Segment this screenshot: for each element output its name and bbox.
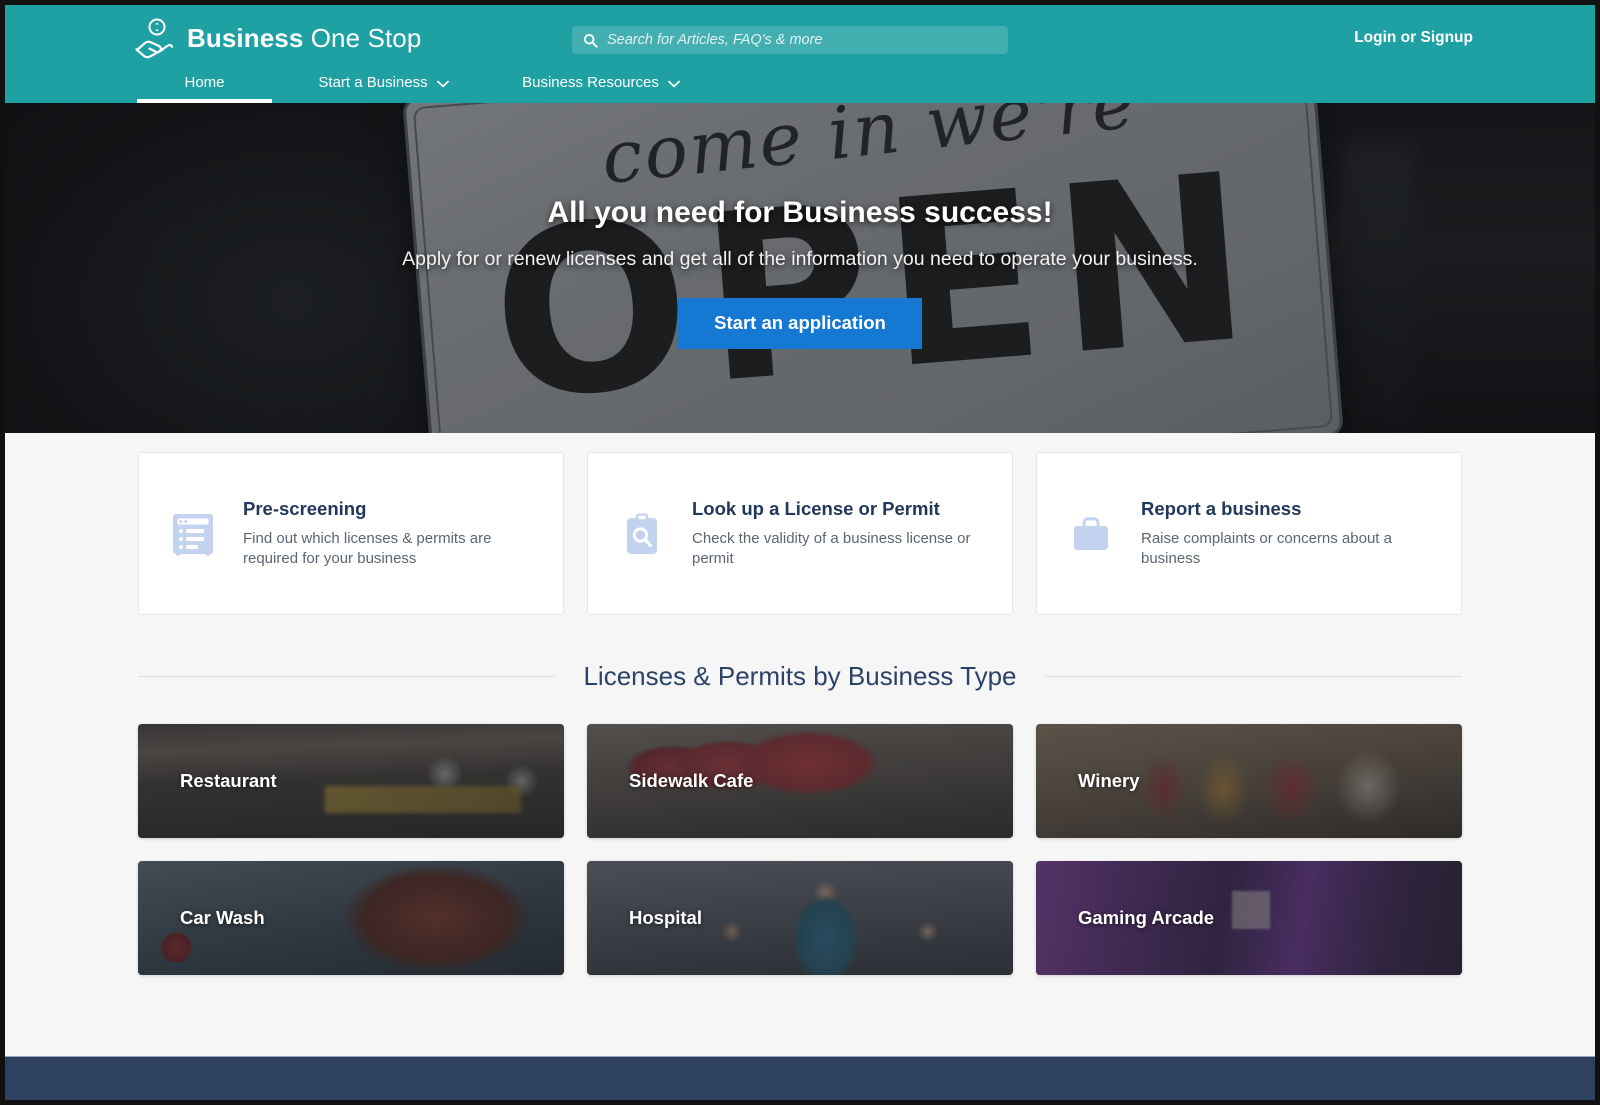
service-card-pre-screening-texts: Pre-screening Find out which licenses & … [243, 498, 541, 569]
tile-label: Gaming Arcade [1078, 907, 1215, 928]
business-type-tile-car-wash[interactable]: Car Wash [138, 861, 564, 975]
tile-label: Car Wash [180, 907, 265, 928]
clipboard-search-icon [627, 513, 657, 554]
brand-title-bold: Business [187, 22, 304, 53]
section-title: Licenses & Permits by Business Type [583, 661, 1017, 691]
footer-spacer [5, 975, 1595, 1027]
service-card-report-a-business-texts: Report a business Raise complaints or co… [1141, 498, 1439, 569]
login-or-signup-link[interactable]: Login or Signup [1354, 29, 1473, 47]
nav-item-start-a-business[interactable]: Start a Business [272, 67, 489, 103]
service-card-title: Look up a License or Permit [692, 498, 940, 519]
business-type-section-heading: Licenses & Permits by Business Type [138, 661, 1462, 692]
start-an-application-button[interactable]: Start an application [678, 298, 922, 349]
search-bar[interactable] [572, 26, 1008, 54]
business-type-tiles: Restaurant Sidewalk Cafe Winery Car Wash… [138, 724, 1462, 975]
site-header: Business One Stop Login or Signup Home S… [5, 5, 1595, 103]
brand-logo[interactable]: Business One Stop [133, 16, 421, 60]
business-type-tile-winery[interactable]: Winery [1036, 724, 1462, 838]
site-footer [5, 1056, 1595, 1100]
service-card-description: Check the validity of a business license… [692, 530, 971, 567]
business-type-tile-hospital[interactable]: Hospital [587, 861, 1013, 975]
business-type-tile-sidewalk-cafe[interactable]: Sidewalk Cafe [587, 724, 1013, 838]
hero-subtitle: Apply for or renew licenses and get all … [402, 248, 1198, 270]
service-card-title: Report a business [1141, 498, 1302, 519]
nav-item-home-label: Home [184, 74, 225, 91]
service-card-title: Pre-screening [243, 498, 367, 519]
business-type-tile-restaurant[interactable]: Restaurant [138, 724, 564, 838]
service-card-look-up-license-texts: Look up a License or Permit Check the va… [692, 498, 990, 569]
service-card-description: Find out which licenses & permits are re… [243, 530, 492, 567]
hero-banner: come in we're OPEN All you need for Busi… [5, 103, 1595, 433]
tile-label: Winery [1078, 770, 1140, 791]
briefcase-icon [1074, 516, 1108, 550]
service-card-pre-screening[interactable]: Pre-screening Find out which licenses & … [138, 452, 564, 615]
header-top-bar: Business One Stop Login or Signup [5, 5, 1595, 67]
divider-right [1044, 676, 1462, 677]
business-type-tile-gaming-arcade[interactable]: Gaming Arcade [1036, 861, 1462, 975]
hero-title: All you need for Business success! [547, 196, 1053, 229]
brand-title-light: One Stop [303, 22, 422, 53]
main-navigation: Home Start a Business Business Resources [5, 67, 1595, 103]
service-card-look-up-license[interactable]: Look up a License or Permit Check the va… [587, 452, 1013, 615]
nav-item-business-resources[interactable]: Business Resources [489, 67, 709, 103]
hero-content: All you need for Business success! Apply… [5, 196, 1595, 349]
search-icon [583, 33, 598, 48]
chevron-down-icon [436, 80, 449, 87]
brand-title: Business One Stop [187, 23, 421, 54]
form-list-icon [173, 513, 213, 555]
browser-window-frame: Business One Stop Login or Signup Home S… [0, 0, 1600, 1105]
service-cards-row: Pre-screening Find out which licenses & … [5, 433, 1595, 615]
nav-item-start-a-business-label: Start a Business [318, 74, 428, 91]
search-input[interactable] [607, 32, 997, 48]
nav-item-business-resources-label: Business Resources [522, 74, 659, 91]
hand-coin-icon [135, 18, 173, 59]
tile-label: Sidewalk Cafe [629, 770, 754, 791]
divider-left [138, 676, 556, 677]
chevron-down-icon [667, 80, 680, 87]
service-card-report-a-business[interactable]: Report a business Raise complaints or co… [1036, 452, 1462, 615]
nav-item-home[interactable]: Home [137, 67, 272, 103]
tile-label: Restaurant [180, 770, 277, 791]
service-card-description: Raise complaints or concerns about a bus… [1141, 530, 1392, 567]
page-root: Business One Stop Login or Signup Home S… [5, 5, 1595, 1100]
tile-label: Hospital [629, 907, 702, 928]
